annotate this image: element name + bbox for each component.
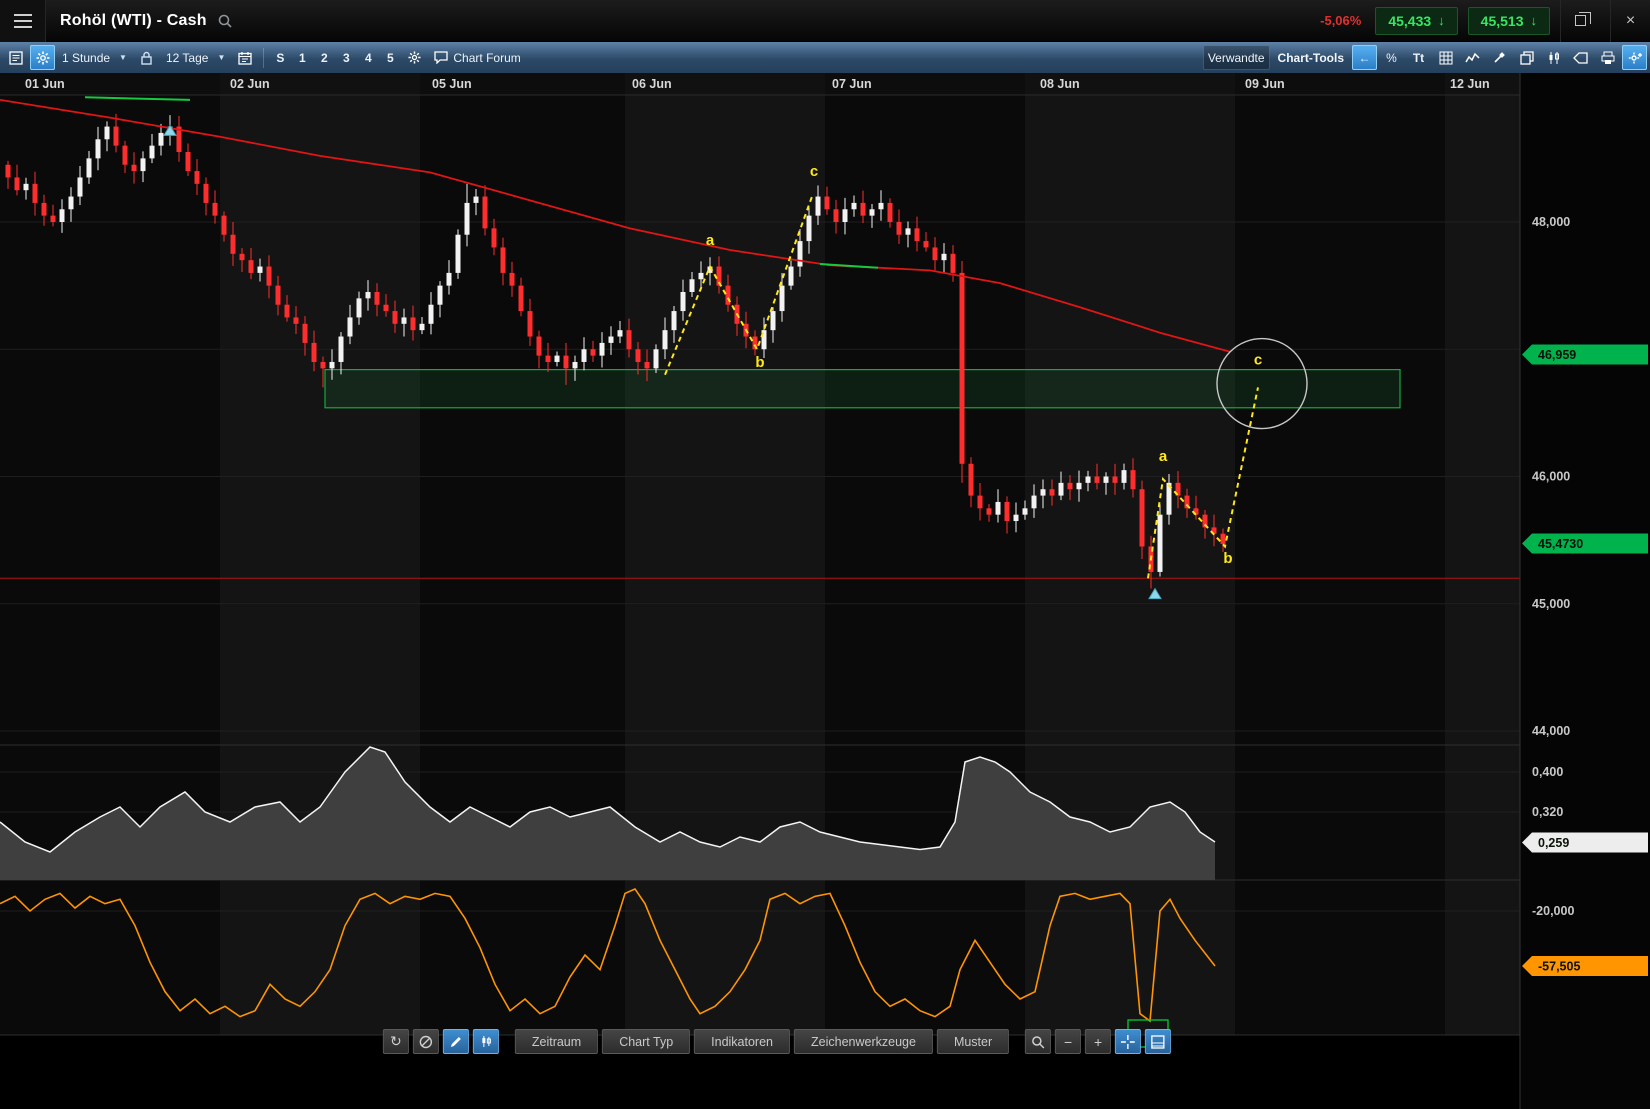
svg-text:46,000: 46,000 bbox=[1532, 470, 1570, 484]
verwandte-button[interactable]: Verwandte bbox=[1203, 45, 1270, 70]
chart-tools-label: Chart-Tools bbox=[1272, 51, 1350, 65]
chart-type-icon[interactable] bbox=[1541, 45, 1566, 70]
chevron-down-icon: ▼ bbox=[119, 53, 127, 62]
svg-text:0,400: 0,400 bbox=[1532, 765, 1563, 779]
news-panel-icon[interactable] bbox=[3, 45, 28, 70]
chart-forum-label: Chart Forum bbox=[453, 51, 520, 65]
undo-icon[interactable]: ← bbox=[1352, 45, 1377, 70]
bid-tick-arrow-icon: ↓ bbox=[1438, 13, 1445, 28]
speed-button-s[interactable]: S bbox=[270, 46, 290, 69]
crosshair-icon[interactable] bbox=[1115, 1029, 1141, 1054]
svg-text:45,000: 45,000 bbox=[1532, 597, 1570, 611]
svg-text:02 Jun: 02 Jun bbox=[230, 77, 270, 91]
titlebar-right: -5,06% 45,433 ↓ 45,513 ↓ × bbox=[1320, 0, 1650, 42]
clear-drawings-icon[interactable] bbox=[413, 1029, 439, 1054]
pattern-marker-icon[interactable] bbox=[473, 1029, 499, 1054]
reset-view-icon[interactable]: ↻ bbox=[383, 1029, 409, 1054]
svg-text:12 Jun: 12 Jun bbox=[1450, 77, 1490, 91]
svg-text:06 Jun: 06 Jun bbox=[632, 77, 672, 91]
speed-button-2[interactable]: 2 bbox=[314, 46, 334, 69]
zeichenwerkzeuge-button[interactable]: Zeichenwerkzeuge bbox=[794, 1029, 933, 1054]
chart-svg[interactable]: 01 Jun 02 Jun 05 Jun 06 Jun 07 Jun 08 Jun 09 J… bbox=[0, 73, 1650, 1109]
chart-settings-gear-icon[interactable] bbox=[30, 45, 55, 70]
price-axis: 48,000 46,959 46,000 45,4730 45,000 44,000 0,4… bbox=[1520, 73, 1650, 1109]
calendar-icon[interactable] bbox=[232, 45, 257, 70]
range-value: 12 Tage bbox=[166, 51, 209, 65]
text-tool-icon[interactable]: Tt bbox=[1406, 45, 1431, 70]
change-percent: -5,06% bbox=[1320, 13, 1361, 28]
ask-tick-arrow-icon: ↓ bbox=[1531, 13, 1538, 28]
panel-layout-icon[interactable] bbox=[1145, 1029, 1171, 1054]
restore-window-icon[interactable] bbox=[1560, 0, 1600, 42]
indicator-icon[interactable] bbox=[1460, 45, 1485, 70]
svg-text:46,959: 46,959 bbox=[1538, 348, 1576, 362]
eraser-icon[interactable] bbox=[1568, 45, 1593, 70]
titlebar: Rohöl (WTI) - Cash -5,06% 45,433 ↓ 45,51… bbox=[0, 0, 1650, 42]
svg-text:-57,505: -57,505 bbox=[1538, 960, 1580, 974]
chart-stage: 01 Jun 02 Jun 05 Jun 06 Jun 07 Jun 08 Jun 09 J… bbox=[0, 73, 1650, 1109]
support-zone-rect bbox=[325, 370, 1400, 408]
svg-text:0,320: 0,320 bbox=[1532, 805, 1563, 819]
svg-text:a: a bbox=[1159, 448, 1168, 465]
svg-text:c: c bbox=[1254, 352, 1262, 369]
playback-settings-gear-icon[interactable] bbox=[402, 45, 427, 70]
toolbar-right: Verwandte Chart-Tools ← % Tt bbox=[1203, 45, 1647, 70]
svg-text:0,259: 0,259 bbox=[1538, 836, 1569, 850]
svg-text:45,4730: 45,4730 bbox=[1538, 537, 1583, 551]
svg-text:b: b bbox=[1223, 550, 1232, 567]
speed-button-4[interactable]: 4 bbox=[358, 46, 378, 69]
svg-text:b: b bbox=[755, 354, 764, 371]
svg-text:48,000: 48,000 bbox=[1532, 215, 1570, 229]
pencil-draw-icon[interactable] bbox=[443, 1029, 469, 1054]
chart-toolbar: 1 Stunde ▼ 12 Tage ▼ S 1 2 3 4 5 Chart F… bbox=[0, 42, 1650, 73]
indikatoren-button[interactable]: Indikatoren bbox=[694, 1029, 790, 1054]
svg-text:07 Jun: 07 Jun bbox=[832, 77, 872, 91]
cascade-windows-icon[interactable] bbox=[1514, 45, 1539, 70]
svg-text:01 Jun: 01 Jun bbox=[25, 77, 65, 91]
svg-text:05 Jun: 05 Jun bbox=[432, 77, 472, 91]
svg-text:44,000: 44,000 bbox=[1532, 724, 1570, 738]
speed-button-3[interactable]: 3 bbox=[336, 46, 356, 69]
svg-text:-20,000: -20,000 bbox=[1532, 904, 1574, 918]
percent-scale-icon[interactable]: % bbox=[1379, 45, 1404, 70]
chevron-down-icon: ▼ bbox=[217, 53, 225, 62]
search-icon[interactable] bbox=[217, 13, 233, 29]
zeitraum-button[interactable]: Zeitraum bbox=[515, 1029, 598, 1054]
lock-icon[interactable] bbox=[134, 45, 159, 70]
settings-plus-icon[interactable] bbox=[1622, 45, 1647, 70]
print-icon[interactable] bbox=[1595, 45, 1620, 70]
bottom-toolbar: ↻ Zeitraum Chart Typ Indikatoren Zeichen… bbox=[383, 1029, 1171, 1054]
date-axis-row: 01 Jun 02 Jun 05 Jun 06 Jun 07 Jun 08 Jun 09 J… bbox=[0, 73, 1520, 95]
interval-value: 1 Stunde bbox=[62, 51, 110, 65]
svg-text:08 Jun: 08 Jun bbox=[1040, 77, 1080, 91]
svg-text:09 Jun: 09 Jun bbox=[1245, 77, 1285, 91]
chart-typ-button[interactable]: Chart Typ bbox=[602, 1029, 690, 1054]
bid-price: 45,433 bbox=[1388, 13, 1431, 29]
muster-button[interactable]: Muster bbox=[937, 1029, 1009, 1054]
ask-price: 45,513 bbox=[1481, 13, 1524, 29]
zoom-out-icon[interactable]: − bbox=[1055, 1029, 1081, 1054]
svg-text:c: c bbox=[810, 163, 818, 180]
annotation-pin-icon[interactable] bbox=[1487, 45, 1512, 70]
speed-button-5[interactable]: 5 bbox=[380, 46, 400, 69]
speed-button-1[interactable]: 1 bbox=[292, 46, 312, 69]
bid-price-button[interactable]: 45,433 ↓ bbox=[1375, 7, 1457, 35]
hamburger-menu-icon[interactable] bbox=[0, 0, 46, 42]
range-dropdown[interactable]: 12 Tage ▼ bbox=[161, 45, 230, 70]
day-bands-layer bbox=[0, 73, 1520, 1035]
grid-icon[interactable] bbox=[1433, 45, 1458, 70]
chart-forum-button[interactable]: Chart Forum bbox=[429, 45, 525, 70]
zoom-icon[interactable] bbox=[1025, 1029, 1051, 1054]
svg-text:a: a bbox=[706, 232, 715, 249]
ask-price-button[interactable]: 45,513 ↓ bbox=[1468, 7, 1550, 35]
zoom-in-icon[interactable]: + bbox=[1085, 1029, 1111, 1054]
close-icon[interactable]: × bbox=[1610, 0, 1650, 42]
interval-dropdown[interactable]: 1 Stunde ▼ bbox=[57, 45, 132, 70]
instrument-title: Rohöl (WTI) - Cash bbox=[60, 12, 207, 30]
